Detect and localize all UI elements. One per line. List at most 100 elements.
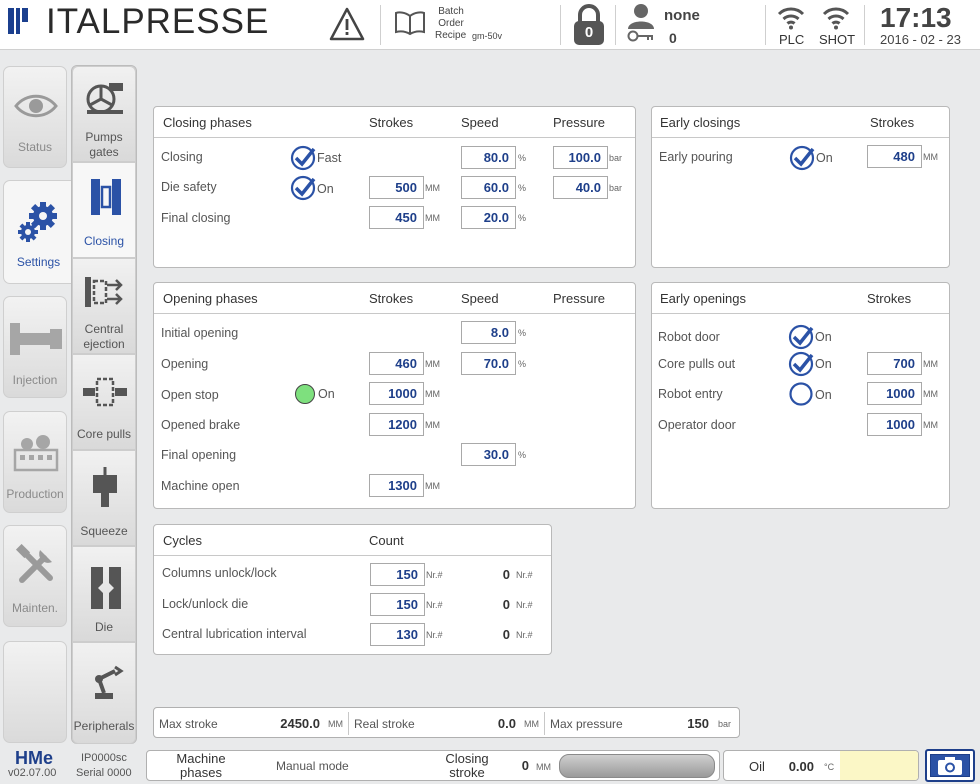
lock-status[interactable]: 0: [572, 4, 606, 46]
unit-label: Nr.#: [516, 570, 533, 580]
panel-title: Cycles: [163, 533, 203, 548]
max-pressure-label: Max pressure: [550, 717, 623, 731]
final-opening-speed-field[interactable]: 30.0: [461, 443, 516, 466]
robot-arm-icon: [95, 665, 124, 699]
unit-label: %: [518, 328, 527, 338]
check-icon[interactable]: [788, 324, 814, 350]
closing-speed-field[interactable]: 80.0: [461, 146, 516, 169]
unit-label: MM: [328, 719, 343, 729]
sidebar-item-settings[interactable]: Settings: [3, 180, 73, 284]
subtab-pumps-gates[interactable]: Pumps gates: [72, 66, 136, 162]
ip-text: IP0000sc: [81, 752, 127, 764]
sidebar-item-injection[interactable]: Injection: [3, 296, 67, 398]
die-safety-speed-field[interactable]: 60.0: [461, 176, 516, 199]
subtab-label-line1: Peripherals: [73, 719, 135, 733]
operator-door-strokes-field[interactable]: 1000: [867, 413, 922, 436]
closing-stroke-value: 0: [521, 758, 529, 773]
divider: [864, 5, 865, 45]
open-stop-indicator[interactable]: [295, 384, 315, 404]
sidebar-item-empty[interactable]: [3, 641, 67, 743]
unit-label: bar: [609, 183, 623, 193]
closing-pressure-field[interactable]: 100.0: [553, 146, 608, 169]
check-icon[interactable]: [789, 145, 815, 171]
opening-speed-field[interactable]: 70.0: [461, 352, 516, 375]
check-icon[interactable]: [788, 351, 814, 377]
initial-opening-speed-field[interactable]: 8.0: [461, 321, 516, 344]
unit-label: MM: [425, 420, 440, 430]
check-label: On: [815, 388, 832, 402]
robot-entry-strokes-field[interactable]: 1000: [867, 382, 922, 405]
row-label: Robot entry: [658, 387, 723, 401]
core-pulls-out-strokes-field[interactable]: 700: [867, 352, 922, 375]
sidebar-item-maintenance[interactable]: Mainten.: [3, 525, 67, 627]
opened-brake-strokes-field[interactable]: 1200: [369, 413, 424, 436]
row-label: Initial opening: [161, 326, 239, 340]
final-closing-strokes-field[interactable]: 450: [369, 206, 424, 229]
unit-label: MM: [425, 183, 440, 193]
subtab-label-line1: Closing: [83, 234, 125, 248]
shot-wifi-icon: [822, 7, 850, 30]
strokes-header: Strokes: [867, 291, 912, 306]
user-count: 0: [669, 30, 677, 46]
real-stroke-label: Real stroke: [354, 717, 415, 731]
divider: [348, 712, 349, 735]
screenshot-button[interactable]: [925, 749, 975, 782]
unit-label: MM: [923, 389, 938, 399]
injection-icon: [10, 323, 62, 355]
early-pouring-strokes-field[interactable]: 480: [867, 145, 922, 168]
opening-strokes-field[interactable]: 460: [369, 352, 424, 375]
columns-unlock-set-field[interactable]: 150: [370, 563, 425, 586]
divider: [544, 712, 545, 735]
check-icon[interactable]: [290, 175, 316, 201]
unchecked-circle-icon[interactable]: [788, 381, 814, 407]
batch-info-labels: Batch Order: [438, 6, 464, 30]
unit-label: MM: [425, 389, 440, 399]
final-closing-speed-field[interactable]: 20.0: [461, 206, 516, 229]
check-icon[interactable]: [290, 145, 316, 171]
unit-label: bar: [718, 719, 732, 729]
machine-open-strokes-field[interactable]: 1300: [369, 474, 424, 497]
sidebar-label: Mainten.: [11, 601, 59, 615]
strokes-header: Strokes: [369, 115, 414, 130]
subtab-label-line1: Core pulls: [76, 427, 132, 441]
row-label: Robot door: [658, 330, 720, 344]
opening-phases-panel: Opening phases Strokes Speed Pressure In…: [153, 282, 636, 509]
warning-icon[interactable]: [328, 6, 366, 42]
sidebar-item-status[interactable]: Status: [3, 66, 67, 168]
header-bar: ITALPRESSE Batch Order Recipe gm-50v 0 n…: [0, 0, 980, 50]
subtab-core-pulls[interactable]: Core pulls: [72, 354, 136, 450]
row-label: Operator door: [658, 418, 736, 432]
unit-label: Nr.#: [426, 600, 443, 610]
lock-unlock-die-set-field[interactable]: 150: [370, 593, 425, 616]
row-label: Opening: [161, 357, 209, 371]
row-label: Die safety: [161, 180, 217, 194]
die-safety-strokes-field[interactable]: 500: [369, 176, 424, 199]
row-label: Open stop: [161, 388, 219, 402]
brand-logo-icon: [8, 8, 30, 34]
subtab-closing[interactable]: Closing: [72, 162, 136, 258]
oil-status-indicator: [840, 751, 918, 780]
subtab-central-ejection[interactable]: Central ejection: [72, 258, 136, 354]
die-safety-pressure-field[interactable]: 40.0: [553, 176, 608, 199]
unit-label: MM: [425, 213, 440, 223]
subtab-die[interactable]: Die: [72, 546, 136, 642]
closing-die-icon: [91, 179, 121, 215]
tools-icon: [15, 544, 53, 583]
machine-phases-line2: phases: [180, 765, 222, 780]
central-lubrication-set-field[interactable]: 130: [370, 623, 425, 646]
row-label: Final opening: [161, 448, 237, 462]
speed-header: Speed: [461, 291, 499, 306]
oil-value: 0.00: [788, 759, 814, 774]
unit-label: %: [518, 183, 527, 193]
stroke-info-bar: Max stroke 2450.0 MM Real stroke 0.0 MM …: [153, 707, 740, 738]
unit-label: Nr.#: [426, 570, 443, 580]
squeeze-icon: [93, 467, 117, 507]
open-stop-strokes-field[interactable]: 1000: [369, 382, 424, 405]
subtab-peripherals[interactable]: Peripherals: [72, 642, 136, 744]
early-closings-panel: Early closings Strokes Early pouring On …: [651, 106, 950, 268]
lock-unlock-die-count: 0: [502, 597, 510, 612]
plc-label: PLC: [779, 32, 805, 47]
sidebar-item-production[interactable]: Production: [3, 411, 67, 513]
unit-label: MM: [536, 762, 551, 772]
subtab-squeeze[interactable]: Squeeze: [72, 450, 136, 546]
